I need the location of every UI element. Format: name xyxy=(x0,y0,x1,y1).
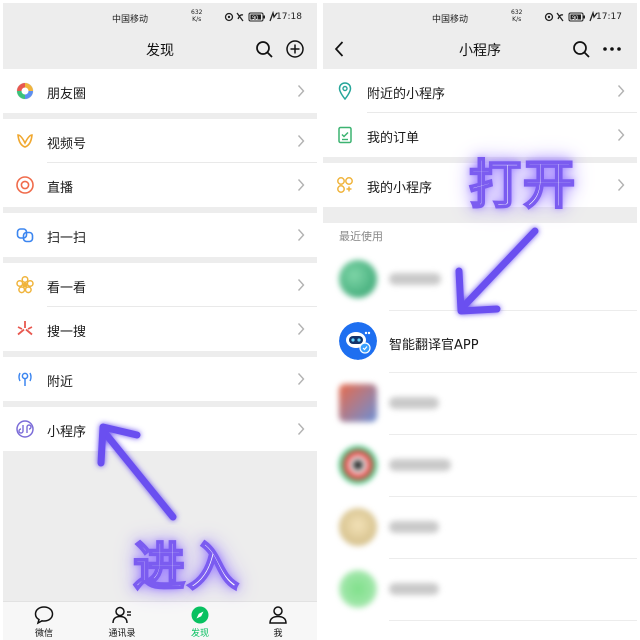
tab-chats[interactable]: 微信 xyxy=(14,605,74,639)
menu-item-top-stories[interactable]: 看一看 xyxy=(3,263,317,307)
tab-label: 发现 xyxy=(190,629,209,639)
app-icon xyxy=(339,570,377,608)
svg-text:90: 90 xyxy=(252,15,258,21)
moments-icon xyxy=(16,82,34,100)
status-icons: 90 xyxy=(544,11,598,22)
list-item[interactable] xyxy=(323,559,637,621)
chat-bubble-icon xyxy=(34,606,54,625)
section-label: 最近使用 xyxy=(339,230,383,243)
discover-screen: 中国移动 632 K/s 90 17:18 发现 朋友圈 视频号 直播 扫一扫 … xyxy=(3,3,317,640)
app-icon xyxy=(339,260,377,298)
blurred-app-name xyxy=(389,397,439,409)
chevron-right-icon xyxy=(617,129,625,141)
tab-label: 我 xyxy=(273,629,283,639)
nearby-icon xyxy=(18,372,32,386)
order-icon xyxy=(338,126,352,144)
blurred-app-name xyxy=(389,583,439,595)
list-item[interactable] xyxy=(323,497,637,559)
status-bar: 中国移动 632 K/s 90 17:17 xyxy=(323,3,637,29)
network-speed: 632 K/s xyxy=(191,9,203,23)
menu-item-label: 附近的小程序 xyxy=(367,87,446,102)
menu-item-label: 看一看 xyxy=(47,281,87,296)
chevron-right-icon xyxy=(297,373,305,385)
menu-item-label: 视频号 xyxy=(47,137,87,152)
menu-item-moments[interactable]: 朋友圈 xyxy=(3,69,317,113)
top-stories-icon xyxy=(16,275,34,294)
open-overlay-text: 打开 xyxy=(468,155,578,217)
carrier-label: 中国移动 xyxy=(432,15,469,25)
chevron-right-icon xyxy=(617,179,625,191)
enter-arrow xyxy=(97,423,177,521)
blurred-app-name xyxy=(389,273,441,285)
contacts-icon xyxy=(112,606,131,624)
menu-item-search[interactable]: 搜一搜 xyxy=(3,307,317,351)
menu-item-label: 直播 xyxy=(47,181,74,196)
nav-bar: 发现 xyxy=(3,29,317,69)
tab-contacts[interactable]: 通讯录 xyxy=(92,605,152,639)
mini-programs-screen: 中国移动 632 K/s 90 17:17 小程序 附近的小程序 我的订单 我的… xyxy=(323,3,637,640)
person-icon xyxy=(269,606,287,624)
menu-item-nearby-mini-programs[interactable]: 附近的小程序 xyxy=(323,69,637,113)
nav-bar: 小程序 xyxy=(323,29,637,69)
app-icon xyxy=(339,446,377,484)
menu-item-label: 我的小程序 xyxy=(367,181,433,196)
blurred-app-name xyxy=(389,521,439,533)
live-icon xyxy=(16,176,34,194)
chevron-right-icon xyxy=(297,279,305,291)
menu-item-channels[interactable]: 视频号 xyxy=(3,119,317,163)
menu-item-label: 我的订单 xyxy=(367,131,420,146)
chevron-right-icon xyxy=(297,229,305,241)
compass-icon xyxy=(191,606,209,624)
channels-icon xyxy=(17,134,33,148)
tab-label: 微信 xyxy=(34,629,53,639)
carrier-label: 中国移动 xyxy=(112,15,149,25)
menu-item-label: 朋友圈 xyxy=(47,87,87,102)
blurred-app-name xyxy=(389,459,451,471)
discover-menu: 朋友圈 视频号 直播 扫一扫 看一看 搜一搜 附近 小程序 xyxy=(3,69,317,451)
chevron-right-icon xyxy=(297,85,305,97)
chevron-right-icon xyxy=(297,135,305,147)
tab-discover[interactable]: 发现 xyxy=(170,605,230,639)
status-time: 17:18 xyxy=(276,12,302,22)
app-name: 智能翻译官APP xyxy=(389,338,479,353)
robot-icon xyxy=(339,322,377,360)
chevron-right-icon xyxy=(297,179,305,191)
status-icons: 90 xyxy=(224,11,278,22)
svg-text:90: 90 xyxy=(572,15,578,21)
my-mini-program-icon xyxy=(337,177,353,193)
network-speed: 632 K/s xyxy=(511,9,523,23)
menu-item-label: 小程序 xyxy=(47,425,87,440)
menu-item-label: 扫一扫 xyxy=(47,231,87,246)
location-pin-icon xyxy=(338,82,352,101)
search-icon[interactable] xyxy=(253,38,275,60)
search-icon[interactable] xyxy=(570,38,592,60)
enter-overlay-text: 进入 xyxy=(132,537,242,599)
status-time: 17:17 xyxy=(596,12,622,22)
menu-item-scan[interactable]: 扫一扫 xyxy=(3,213,317,257)
list-item[interactable] xyxy=(323,435,637,497)
open-arrow xyxy=(455,227,539,315)
search-icon xyxy=(17,321,33,336)
scan-icon xyxy=(16,228,34,243)
chevron-right-icon xyxy=(297,423,305,435)
menu-item-label: 附近 xyxy=(47,375,74,390)
status-bar: 中国移动 632 K/s 90 17:18 xyxy=(3,3,317,29)
bottom-tab-bar: 微信 通讯录 发现 我 xyxy=(3,601,317,640)
more-icon[interactable] xyxy=(601,38,623,60)
menu-item-live[interactable]: 直播 xyxy=(3,163,317,207)
mini-program-icon xyxy=(16,420,34,438)
app-icon xyxy=(339,384,377,422)
add-icon[interactable] xyxy=(284,38,306,60)
chevron-right-icon xyxy=(297,323,305,335)
tab-label: 通讯录 xyxy=(108,629,136,639)
list-item[interactable] xyxy=(323,373,637,435)
chevron-right-icon xyxy=(617,85,625,97)
menu-item-nearby[interactable]: 附近 xyxy=(3,357,317,401)
menu-item-label: 搜一搜 xyxy=(47,325,87,340)
app-icon xyxy=(339,508,377,546)
tab-me[interactable]: 我 xyxy=(248,605,308,639)
